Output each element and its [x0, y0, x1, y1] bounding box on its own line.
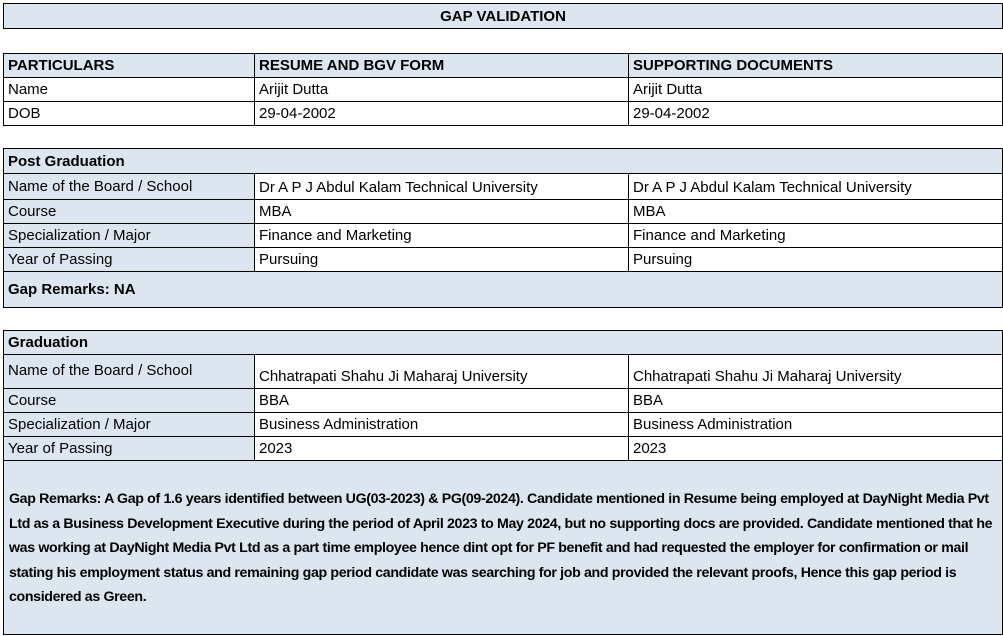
- section-heading-graduation: Graduation: [3, 330, 1003, 355]
- row-label: Year of Passing: [3, 436, 255, 461]
- resume-value: Business Administration: [254, 412, 629, 437]
- docs-value: 2023: [628, 436, 1003, 461]
- resume-value: Chhatrapati Shahu Ji Maharaj University: [254, 354, 629, 389]
- docs-value: Pursuing: [628, 247, 1003, 272]
- docs-value: 29-04-2002: [628, 101, 1003, 126]
- gap-remarks-graduation: Gap Remarks: A Gap of 1.6 years identifi…: [3, 460, 1003, 635]
- row-label: DOB: [3, 101, 255, 126]
- docs-value: BBA: [628, 388, 1003, 413]
- docs-value: Business Administration: [628, 412, 1003, 437]
- resume-value: Pursuing: [254, 247, 629, 272]
- row-label: Course: [3, 199, 255, 224]
- resume-value: BBA: [254, 388, 629, 413]
- docs-value: Dr A P J Abdul Kalam Technical Universit…: [628, 173, 1003, 200]
- resume-value: 29-04-2002: [254, 101, 629, 126]
- docs-value: MBA: [628, 199, 1003, 224]
- resume-value: Finance and Marketing: [254, 223, 629, 248]
- row-label: Course: [3, 388, 255, 413]
- row-label: Name of the Board / School: [3, 173, 255, 200]
- docs-value: Arijit Dutta: [628, 77, 1003, 102]
- row-label: Name: [3, 77, 255, 102]
- row-label: Specialization / Major: [3, 412, 255, 437]
- header-resume: RESUME AND BGV FORM: [254, 53, 629, 78]
- header-docs: SUPPORTING DOCUMENTS: [628, 53, 1003, 78]
- docs-value: Finance and Marketing: [628, 223, 1003, 248]
- resume-value: 2023: [254, 436, 629, 461]
- row-label: Specialization / Major: [3, 223, 255, 248]
- row-label: Year of Passing: [3, 247, 255, 272]
- resume-value: Dr A P J Abdul Kalam Technical Universit…: [254, 173, 629, 200]
- resume-value: Arijit Dutta: [254, 77, 629, 102]
- row-label: Name of the Board / School: [3, 354, 255, 389]
- gap-remarks-post-graduation: Gap Remarks: NA: [3, 271, 1003, 308]
- resume-value: MBA: [254, 199, 629, 224]
- section-heading-post-graduation: Post Graduation: [3, 148, 1003, 174]
- header-particulars: PARTICULARS: [3, 53, 255, 78]
- page-title: GAP VALIDATION: [3, 3, 1003, 29]
- docs-value: Chhatrapati Shahu Ji Maharaj University: [628, 354, 1003, 389]
